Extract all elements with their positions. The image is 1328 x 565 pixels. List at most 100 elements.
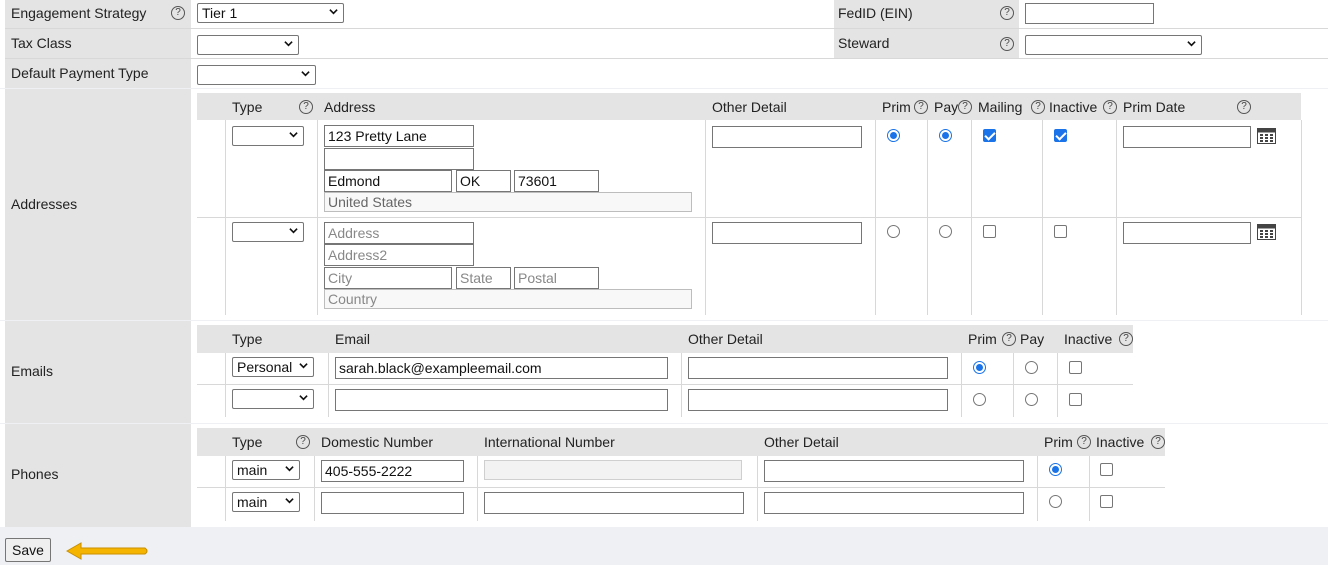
- steward-label: Steward: [838, 35, 890, 51]
- address-pay-radio[interactable]: [939, 225, 952, 238]
- email-inactive-checkbox[interactable]: [1069, 393, 1082, 406]
- email-type-select[interactable]: [232, 389, 314, 409]
- chevron-down-icon: [285, 466, 294, 472]
- phones-label: Phones: [11, 466, 59, 482]
- address-mailing-help-icon[interactable]: ?: [1031, 100, 1045, 114]
- email-address-input[interactable]: [335, 389, 668, 411]
- address-type-help-icon[interactable]: ?: [299, 100, 313, 114]
- chevron-down-icon: [329, 9, 338, 15]
- email-prim-help-icon[interactable]: ?: [1002, 332, 1016, 346]
- engagement-strategy-label: Engagement Strategy: [11, 5, 147, 21]
- tax-class-select[interactable]: [197, 35, 299, 55]
- emails-header-other: Other Detail: [688, 331, 763, 347]
- phone-domestic-input[interactable]: 405-555-2222: [321, 460, 464, 482]
- phone-prim-help-icon[interactable]: ?: [1077, 435, 1091, 449]
- phone-domestic-input[interactable]: [321, 492, 464, 514]
- chevron-down-icon: [1187, 41, 1196, 47]
- email-prim-radio[interactable]: [973, 393, 986, 406]
- phone-inactive-help-icon[interactable]: ?: [1151, 435, 1165, 449]
- fed-id-help-icon[interactable]: ?: [1000, 6, 1014, 20]
- address-inactive-checkbox[interactable]: [1054, 129, 1067, 142]
- address-inactive-checkbox[interactable]: [1054, 225, 1067, 238]
- address-inactive-help-icon[interactable]: ?: [1103, 100, 1117, 114]
- address-prim-date-help-icon[interactable]: ?: [1237, 100, 1251, 114]
- address-postal-input[interactable]: Postal: [514, 267, 599, 289]
- address-type-select[interactable]: [232, 126, 304, 146]
- email-pay-radio[interactable]: [1025, 393, 1038, 406]
- engagement-strategy-select[interactable]: Tier 1: [197, 3, 344, 23]
- phone-type-help-icon[interactable]: ?: [296, 435, 310, 449]
- email-address-input[interactable]: sarah.black@exampleemail.com: [335, 357, 668, 379]
- address-country-input[interactable]: United States: [324, 192, 692, 212]
- chevron-down-icon: [299, 363, 308, 369]
- address-mailing-checkbox[interactable]: [983, 225, 996, 238]
- address-line2-input[interactable]: Address2: [324, 244, 474, 266]
- email-prim-radio[interactable]: [973, 361, 986, 374]
- addresses-header-address: Address: [324, 99, 376, 115]
- phone-type-select[interactable]: main: [232, 492, 300, 512]
- email-inactive-checkbox[interactable]: [1069, 361, 1082, 374]
- fed-id-label: FedID (EIN): [838, 5, 913, 21]
- save-button[interactable]: Save: [5, 538, 51, 562]
- emails-header-email: Email: [335, 331, 371, 347]
- phones-header-domestic: Domestic Number: [321, 434, 434, 450]
- steward-select[interactable]: [1025, 35, 1202, 55]
- default-payment-type-select[interactable]: [197, 65, 316, 85]
- arrow-left-icon: [65, 542, 148, 560]
- address-line1-input[interactable]: 123 Pretty Lane: [324, 125, 474, 147]
- addresses-header-type: Type: [232, 99, 263, 115]
- steward-help-icon[interactable]: ?: [1000, 37, 1014, 51]
- address-type-select[interactable]: [232, 222, 304, 242]
- engagement-strategy-help-icon[interactable]: ?: [171, 6, 185, 20]
- phone-prim-radio[interactable]: [1049, 495, 1062, 508]
- address-pay-help-icon[interactable]: ?: [958, 100, 972, 114]
- phones-header-prim: Prim: [1044, 434, 1073, 450]
- address-prim-date-input[interactable]: [1123, 126, 1251, 148]
- emails-header-prim: Prim: [968, 331, 997, 347]
- calendar-icon[interactable]: [1257, 127, 1276, 144]
- email-other-detail-input[interactable]: [688, 389, 948, 411]
- email-pay-radio[interactable]: [1025, 361, 1038, 374]
- address-other-detail-input[interactable]: [712, 222, 862, 244]
- fed-id-input[interactable]: [1025, 3, 1154, 24]
- tax-class-label: Tax Class: [11, 35, 72, 51]
- address-prim-radio[interactable]: [887, 129, 900, 142]
- phone-inactive-checkbox[interactable]: [1100, 495, 1113, 508]
- phone-prim-radio[interactable]: [1049, 463, 1062, 476]
- email-inactive-help-icon[interactable]: ?: [1119, 332, 1133, 346]
- chevron-down-icon: [289, 228, 298, 234]
- addresses-header-prim: Prim: [882, 99, 911, 115]
- calendar-icon[interactable]: [1257, 223, 1276, 240]
- address-other-detail-input[interactable]: [712, 126, 862, 148]
- email-other-detail-input[interactable]: [688, 357, 948, 379]
- address-postal-input[interactable]: 73601: [514, 170, 599, 192]
- address-prim-date-input[interactable]: [1123, 222, 1251, 244]
- address-state-input[interactable]: State: [456, 267, 511, 289]
- address-prim-radio[interactable]: [887, 225, 900, 238]
- addresses-header-pay: Pay: [934, 99, 959, 115]
- email-type-select[interactable]: Personal: [232, 357, 314, 377]
- emails-label: Emails: [11, 363, 54, 379]
- address-line1-input[interactable]: Address: [324, 222, 474, 244]
- emails-header-pay: Pay: [1020, 331, 1045, 347]
- addresses-label: Addresses: [11, 196, 78, 212]
- emails-header-type: Type: [232, 331, 263, 347]
- phone-other-detail-input[interactable]: [764, 492, 1024, 514]
- chevron-down-icon: [299, 395, 308, 401]
- phone-inactive-checkbox[interactable]: [1100, 463, 1113, 476]
- address-country-input[interactable]: Country: [324, 289, 692, 309]
- phone-international-input[interactable]: [484, 492, 744, 514]
- address-prim-help-icon[interactable]: ?: [914, 100, 928, 114]
- addresses-header-mailing: Mailing: [978, 99, 1023, 115]
- address-mailing-checkbox[interactable]: [983, 129, 996, 142]
- address-city-input[interactable]: City: [324, 267, 452, 289]
- addresses-header-prim-date: Prim Date: [1123, 99, 1186, 115]
- phone-international-input[interactable]: [484, 460, 742, 480]
- address-line2-input[interactable]: [324, 148, 474, 170]
- phone-type-select[interactable]: main: [232, 460, 300, 480]
- phone-other-detail-input[interactable]: [764, 460, 1024, 482]
- address-pay-radio[interactable]: [939, 129, 952, 142]
- address-state-input[interactable]: OK: [456, 170, 511, 192]
- phones-header-international: International Number: [484, 434, 615, 450]
- address-city-input[interactable]: Edmond: [324, 170, 452, 192]
